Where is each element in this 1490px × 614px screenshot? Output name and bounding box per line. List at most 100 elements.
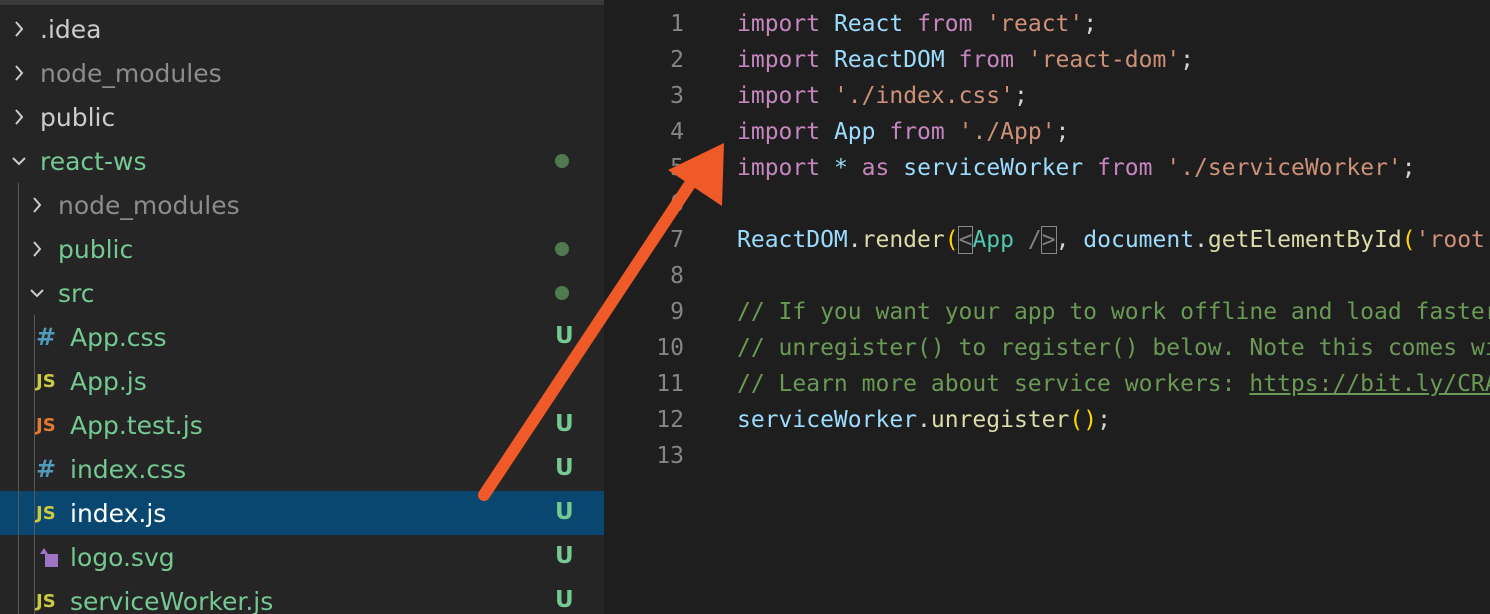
svg-file-icon: [36, 544, 70, 570]
code-token: import: [737, 155, 821, 181]
git-untracked-badge: U: [555, 543, 574, 569]
git-untracked-badge: U: [555, 499, 574, 525]
chevron-down-icon[interactable]: [4, 139, 34, 183]
js-test-file-icon: JS: [36, 414, 56, 436]
explorer-item-node_modules[interactable]: node_modules: [0, 183, 604, 227]
code-token: serviceWorker: [903, 155, 1084, 181]
chevron-right-icon[interactable]: [22, 183, 52, 227]
code-token: ;: [1055, 119, 1070, 145]
explorer-item-label: public: [40, 102, 116, 132]
line-number: 3: [670, 83, 684, 109]
code-token: // If you want your app to work offline …: [737, 299, 1490, 325]
code-token: https://bit.ly/CRA-PWA: [1249, 371, 1490, 397]
code-token: render: [861, 227, 945, 253]
code-token: from: [958, 47, 1014, 73]
line-number: 2: [670, 47, 684, 73]
git-untracked-badge: U: [555, 587, 574, 613]
code-text: serviceWorker.unregister();: [737, 402, 1111, 438]
code-line[interactable]: 7 ReactDOM.render(<App />, document.getEl…: [604, 222, 1490, 258]
code-token: App: [833, 119, 876, 145]
chevron-down-icon[interactable]: [22, 271, 52, 315]
line-number: 8: [670, 263, 684, 289]
code-text: import React from 'react';: [737, 6, 1097, 42]
code-token: import: [737, 11, 821, 37]
git-untracked-badge: U: [555, 411, 574, 437]
explorer-item-label: logo.svg: [70, 542, 175, 572]
code-line[interactable]: 1 import React from 'react';: [604, 6, 1490, 42]
explorer-item-logo-svg[interactable]: logo.svg U: [0, 535, 604, 579]
code-token: ReactDOM: [737, 227, 848, 253]
code-token: <: [957, 226, 974, 254]
code-token: unregister: [930, 407, 1070, 433]
js-file-icon: JS: [36, 502, 56, 524]
code-line[interactable]: 8: [604, 258, 1490, 294]
chevron-right-icon[interactable]: [22, 227, 52, 271]
code-line[interactable]: 4 import App from './App';: [604, 114, 1490, 150]
code-line[interactable]: 12 serviceWorker.unregister();: [604, 402, 1490, 438]
explorer-item-app-css[interactable]: # App.css U: [0, 315, 604, 359]
code-line[interactable]: 9 // If you want your app to work offline…: [604, 294, 1490, 330]
explorer-item-app-test-js[interactable]: JS App.test.js U: [0, 403, 604, 447]
code-line[interactable]: 5 import * as serviceWorker from './servi…: [604, 150, 1490, 186]
code-line[interactable]: 13: [604, 438, 1490, 474]
indent-guide: [34, 315, 35, 614]
explorer-item-public[interactable]: public: [0, 227, 604, 271]
code-text: ReactDOM.render(<App />, document.getEle…: [737, 222, 1490, 258]
git-untracked-badge: U: [555, 323, 574, 349]
code-line[interactable]: 3 import './index.css';: [604, 78, 1490, 114]
code-token: .: [1194, 227, 1208, 253]
explorer-item-react-ws[interactable]: react-ws: [0, 139, 604, 183]
indent-guide: [18, 183, 19, 614]
code-token: './index.css': [833, 83, 1014, 109]
code-line[interactable]: 10 // unregister() to register() below. N…: [604, 330, 1490, 366]
explorer-item-label: index.js: [70, 498, 167, 528]
code-token: >: [1040, 226, 1057, 254]
explorer-item-label: App.test.js: [70, 410, 203, 440]
explorer-item-index-js[interactable]: JS index.js U: [0, 491, 604, 535]
line-number: 10: [656, 335, 684, 361]
line-number: 6: [670, 191, 684, 217]
explorer-item-label: App.css: [70, 322, 167, 352]
code-text: import App from './App';: [737, 114, 1069, 150]
code-text: import ReactDOM from 'react-dom';: [737, 42, 1194, 78]
chevron-right-icon[interactable]: [4, 7, 34, 51]
explorer-item-app-js[interactable]: JS App.js: [0, 359, 604, 403]
code-editor[interactable]: 1 import React from 'react'; 2 import React…: [604, 0, 1490, 614]
explorer-item-public[interactable]: public: [0, 95, 604, 139]
explorer-item-label: src: [58, 278, 95, 308]
chevron-right-icon[interactable]: [4, 51, 34, 95]
explorer-item-serviceworker-js[interactable]: JS serviceWorker.js U: [0, 579, 604, 614]
js-file-icon: JS: [36, 370, 56, 392]
explorer-item--idea[interactable]: .idea: [0, 7, 604, 51]
code-token: ;: [1401, 155, 1416, 181]
line-number: 11: [656, 371, 684, 397]
explorer-item-label: node_modules: [58, 190, 240, 220]
code-token: // Learn more about service workers:: [737, 371, 1250, 397]
explorer-item-node_modules[interactable]: node_modules: [0, 51, 604, 95]
git-modified-dot: [555, 286, 569, 300]
css-hash-icon: #: [36, 455, 57, 483]
line-number: 1: [670, 11, 684, 37]
code-token: App: [972, 227, 1014, 253]
code-text: import * as serviceWorker from './servic…: [737, 150, 1416, 186]
code-line[interactable]: 2 import ReactDOM from 'react-dom';: [604, 42, 1490, 78]
code-line[interactable]: 6: [604, 186, 1490, 222]
explorer-item-label: node_modules: [40, 58, 222, 88]
explorer-item-src[interactable]: src: [0, 271, 604, 315]
code-line[interactable]: 11 // Learn more about service workers: h…: [604, 366, 1490, 402]
sidebar-top-border: [0, 0, 604, 5]
chevron-right-icon[interactable]: [4, 95, 34, 139]
explorer-item-index-css[interactable]: # index.css U: [0, 447, 604, 491]
explorer-item-label: react-ws: [40, 146, 147, 176]
code-text: import './index.css';: [737, 78, 1028, 114]
code-token: (: [1401, 227, 1416, 253]
